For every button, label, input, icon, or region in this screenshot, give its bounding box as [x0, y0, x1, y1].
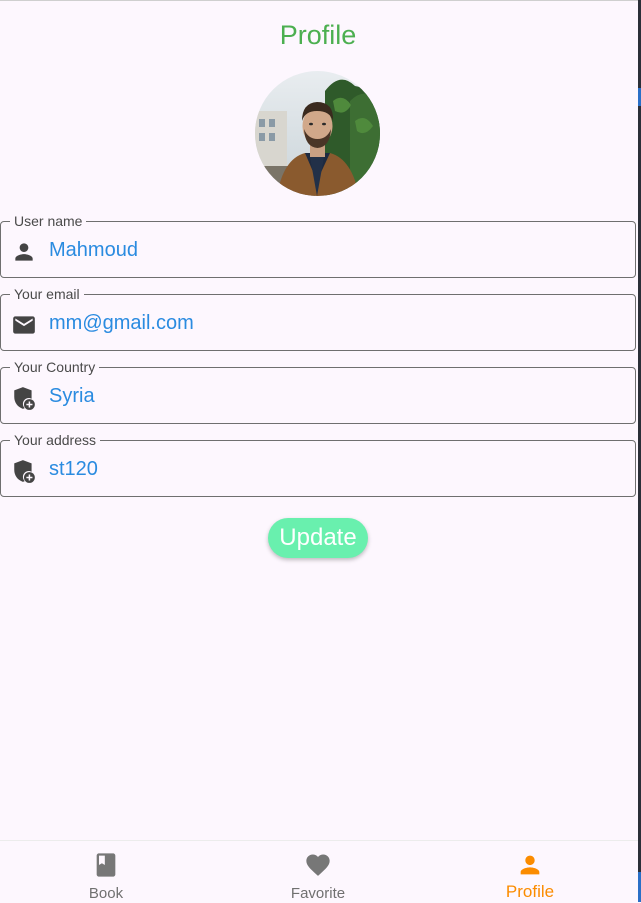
field-label: Your Country [10, 359, 100, 376]
nav-item-book[interactable]: Book [0, 841, 212, 903]
person-icon [15, 243, 33, 261]
nav-label: Favorite [290, 885, 346, 902]
shield-add-icon [14, 460, 35, 483]
username-field[interactable]: User name Mahmoud [0, 213, 636, 278]
update-button[interactable]: Update [268, 518, 368, 558]
top-divider [0, 0, 641, 1]
nav-label: Book [88, 885, 124, 902]
nav-item-profile[interactable]: Profile [424, 841, 636, 903]
shield-add-icon [14, 387, 35, 410]
profile-photo [255, 71, 380, 196]
address-value[interactable]: st120 [49, 457, 98, 481]
username-value[interactable]: Mahmoud [49, 238, 138, 262]
email-value[interactable]: mm@gmail.com [49, 311, 194, 335]
person-icon [520, 855, 540, 875]
avatar[interactable] [255, 71, 380, 196]
field-label: User name [10, 213, 87, 230]
heart-icon [306, 854, 330, 876]
mail-icon [13, 316, 35, 334]
field-label: Your address [10, 432, 100, 449]
book-icon [96, 853, 116, 877]
email-field[interactable]: Your email mm@gmail.com [0, 286, 636, 351]
nav-item-favorite[interactable]: Favorite [212, 841, 424, 903]
page-title: Profile [279, 20, 357, 50]
address-field[interactable]: Your address st120 [0, 432, 636, 497]
country-value[interactable]: Syria [49, 384, 95, 408]
nav-label: Profile [505, 882, 555, 901]
field-label: Your email [10, 286, 84, 303]
bottom-navigation: Book Favorite Profile [0, 840, 638, 903]
country-field[interactable]: Your Country Syria [0, 359, 636, 424]
